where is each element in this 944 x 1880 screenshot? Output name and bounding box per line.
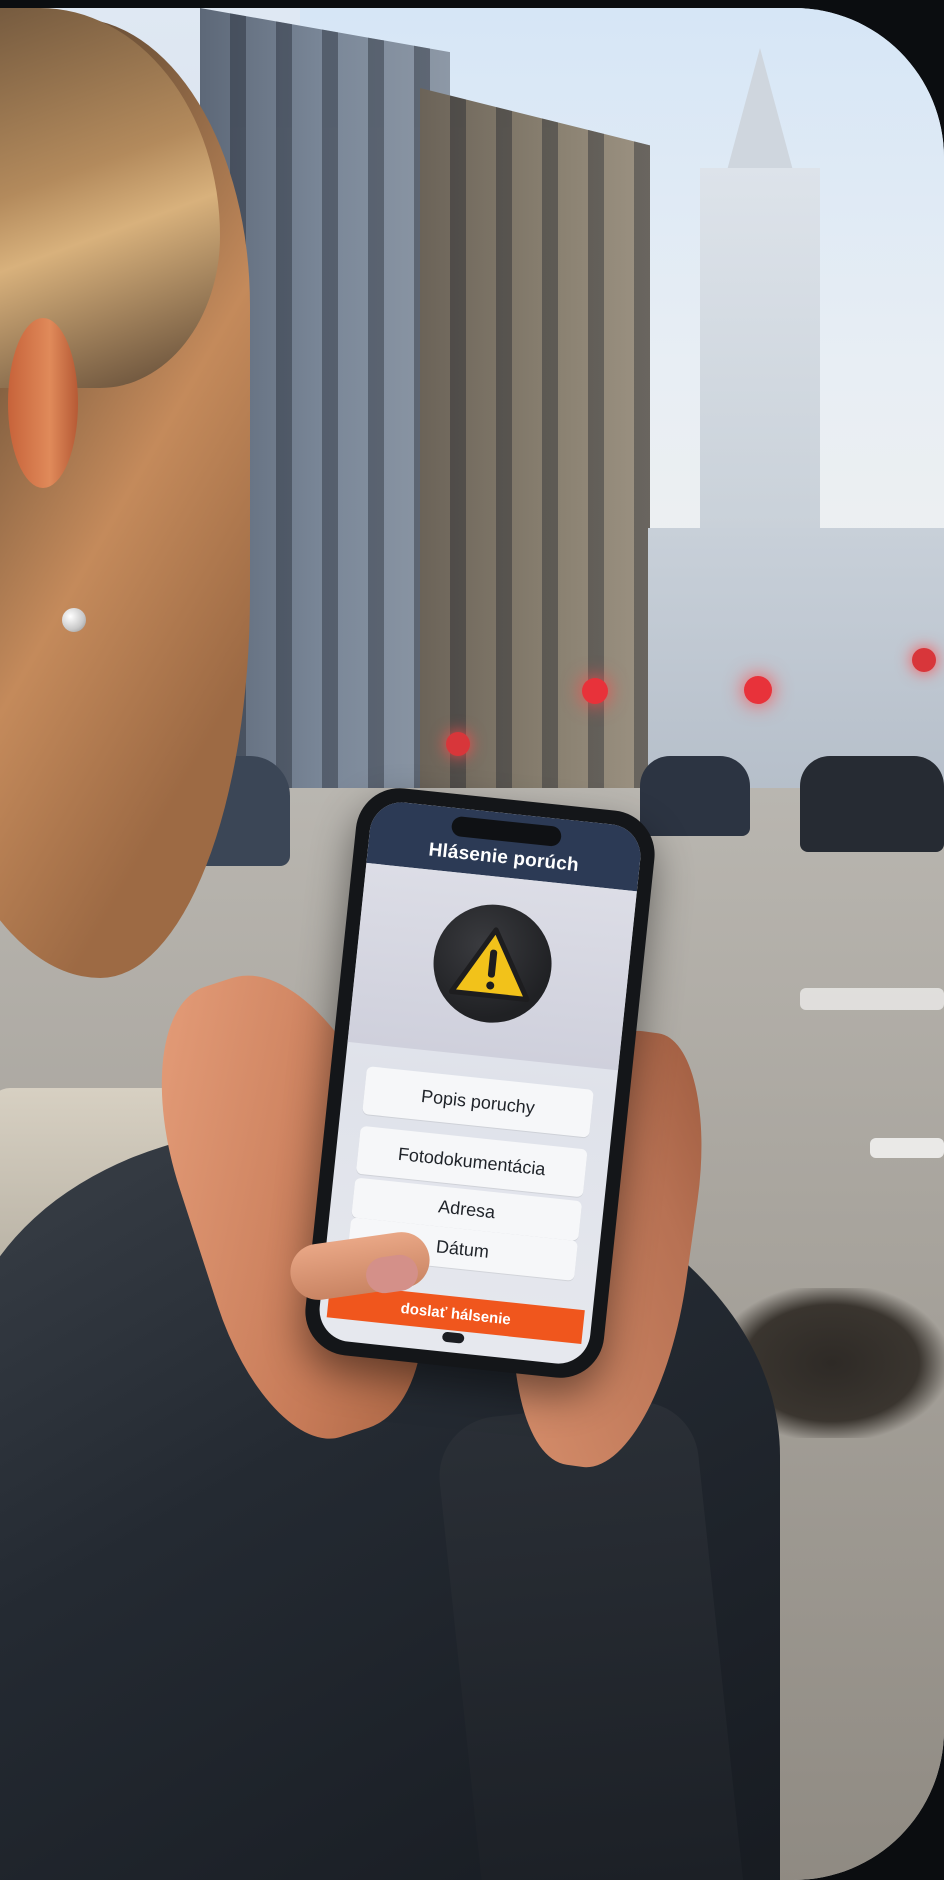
submit-label: doslať hálsenie [399, 1299, 512, 1328]
field-label: Popis poruchy [420, 1085, 536, 1118]
traffic-light [446, 732, 470, 756]
scene: Hlásenie porúch Popis poruchy Fotodokume… [0, 0, 944, 1880]
field-fault-description[interactable]: Popis poruchy [362, 1066, 594, 1138]
lane-marking [870, 1138, 944, 1158]
field-label: Adresa [437, 1195, 497, 1222]
warning-triangle-icon [448, 927, 530, 1002]
traffic-light [582, 678, 608, 704]
home-indicator [441, 1331, 465, 1344]
church [648, 528, 944, 788]
earring [62, 608, 86, 632]
traffic-light [912, 648, 936, 672]
church-spire [725, 48, 795, 178]
street-photo: Hlásenie porúch Popis poruchy Fotodokume… [0, 8, 944, 1880]
person-sleeve [433, 1395, 747, 1880]
parked-car [800, 756, 944, 852]
parked-car [640, 756, 750, 836]
church-tower [700, 168, 820, 548]
lane-marking [800, 988, 944, 1010]
field-label: Dátum [435, 1235, 490, 1262]
hero-area [347, 862, 637, 1071]
person-ear [8, 318, 78, 488]
traffic-light [744, 676, 772, 704]
top-border [180, 0, 840, 6]
warning-badge [427, 898, 558, 1029]
field-label: Fotodokumentácia [397, 1143, 547, 1179]
